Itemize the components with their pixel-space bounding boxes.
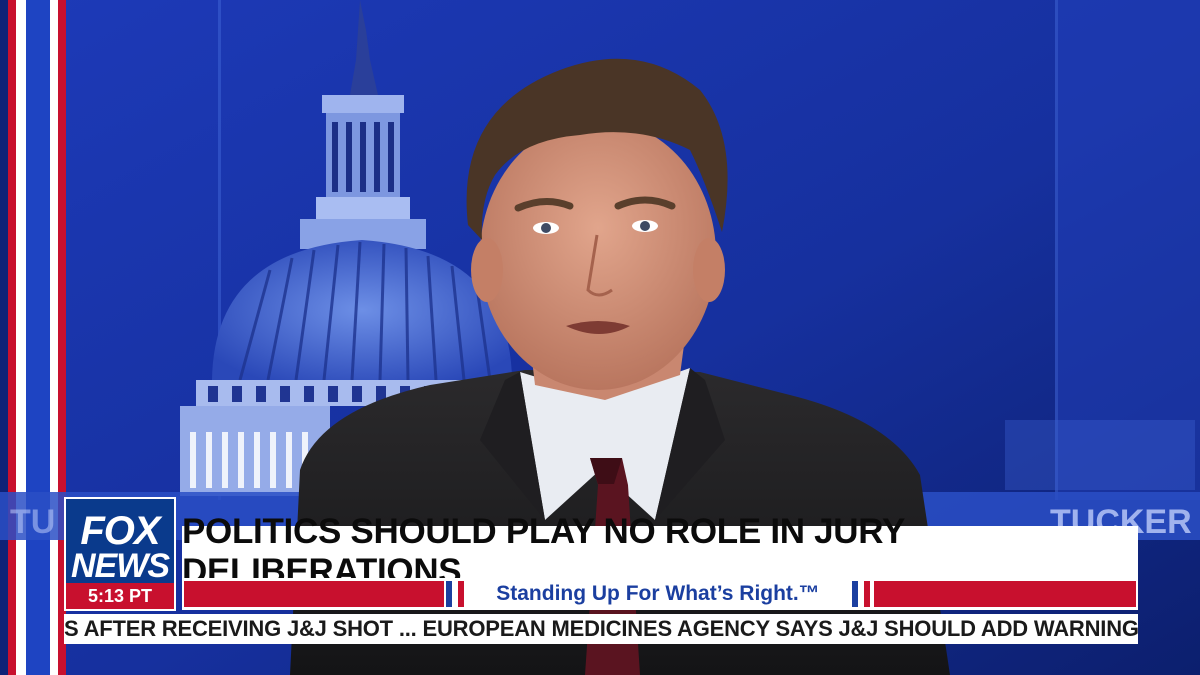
left-stripes [0,0,66,675]
wall-text-left: TU [10,503,55,541]
wall-text-right: TUCKER [1050,503,1192,541]
studio-background: TUCKER TU [0,0,1200,675]
